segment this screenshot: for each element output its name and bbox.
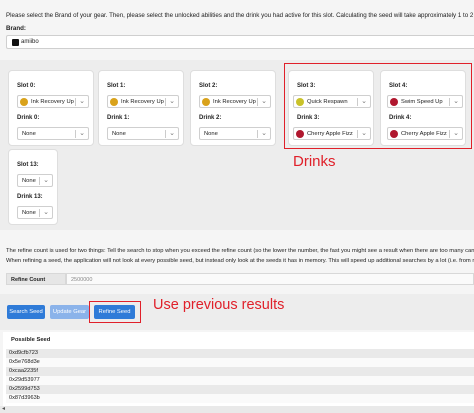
ink-recovery-icon [20,98,28,106]
chevron-down-icon: ⌄ [79,98,85,105]
table-row: 0x2599d753 [6,385,474,394]
ability-value: Ink Recovery Up [31,99,74,105]
slot-card-1: Slot 1: Ink Recovery Up ⌄ Drink 1: None … [98,70,184,146]
slot-title: Slot 13: [17,162,39,168]
drink-select[interactable]: None ⌄ [17,206,53,219]
ability-select[interactable]: Ink Recovery Up ⌄ [199,95,271,108]
previous-results-annotation: Use previous results [153,297,285,313]
refine-count-input[interactable]: 2500000 [66,273,474,285]
ability-value: Ink Recovery Up [121,99,164,105]
brand-label: Brand: [6,25,26,32]
ability-value: None [22,178,36,184]
ability-select[interactable]: Ink Recovery Up ⌄ [107,95,179,108]
amiibo-icon [12,39,19,46]
drink-value: None [22,210,36,216]
drink-title: Drink 13: [17,194,43,200]
drink-value: None [204,131,218,137]
refine-note: The refine count is used for two things:… [6,246,474,266]
results-title: Possible Seed [11,337,51,343]
ability-select[interactable]: None ⌄ [17,174,53,187]
refine-note-line-2: When refining a seed, the application wi… [6,258,474,264]
chevron-down-icon: ⌄ [261,130,267,137]
table-row: 0x87d3963b [6,394,474,403]
horizontal-scrollbar[interactable]: ◂ [0,406,474,413]
ability-select[interactable]: Ink Recovery Up ⌄ [17,95,89,108]
table-row: 0x29d53977 [6,376,474,385]
drink-title: Drink 0: [17,115,40,121]
brand-select[interactable]: amiibo [6,35,474,49]
update-gear-button[interactable]: Update Gear [50,305,89,319]
slot-title: Slot 2: [199,83,218,89]
drink-select[interactable]: None ⌄ [107,127,179,140]
chevron-down-icon: ⌄ [169,130,175,137]
slot-title: Slot 1: [107,83,126,89]
results-panel: Possible Seed 0xd9cfb723 0x5e768d3e 0xca… [3,332,474,406]
chevron-down-icon: ⌄ [43,209,49,216]
drink-title: Drink 1: [107,115,130,121]
chevron-down-icon: ⌄ [261,98,267,105]
drinks-highlight-box [284,63,472,149]
drink-value: None [112,131,126,137]
chevron-down-icon: ⌄ [43,177,49,184]
chevron-down-icon: ⌄ [169,98,175,105]
drinks-annotation: Drinks [293,153,336,170]
drink-title: Drink 2: [199,115,222,121]
drink-select[interactable]: None ⌄ [17,127,89,140]
refine-count-label: Refine Count [6,273,66,285]
refine-note-line-1: The refine count is used for two things:… [6,248,474,254]
table-row: 0xcaa2235f [6,367,474,376]
slot-card-13: Slot 13: None ⌄ Drink 13: None ⌄ [8,149,58,225]
slot-title: Slot 0: [17,83,36,89]
scroll-left-icon[interactable]: ◂ [2,405,5,412]
slot-card-0: Slot 0: Ink Recovery Up ⌄ Drink 0: None … [8,70,94,146]
search-seed-button[interactable]: Search Seed [7,305,45,319]
drink-select[interactable]: None ⌄ [199,127,271,140]
table-row: 0x5e768d3e [6,358,474,367]
brand-value: amiibo [21,39,39,45]
ink-recovery-icon [110,98,118,106]
intro-text: Please select the Brand of your gear. Th… [6,12,474,19]
chevron-down-icon: ⌄ [79,130,85,137]
drink-value: None [22,131,36,137]
ink-recovery-icon [202,98,210,106]
refine-highlight-box [89,301,141,323]
table-row: 0xd9cfb723 [6,349,474,358]
slot-card-2: Slot 2: Ink Recovery Up ⌄ Drink 2: None … [190,70,276,146]
ability-value: Ink Recovery Up [213,99,256,105]
